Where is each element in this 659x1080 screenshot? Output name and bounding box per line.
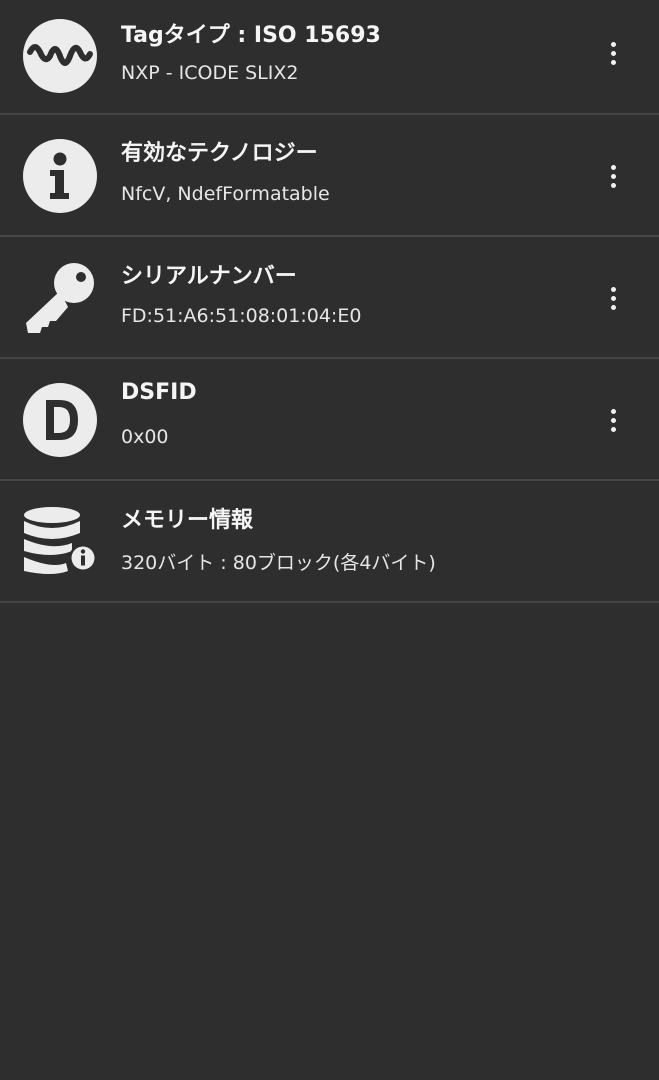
key-icon	[22, 261, 98, 337]
list-item-tag-type[interactable]: Tagタイプ : ISO 15693 NXP - ICODE SLIX2	[0, 0, 659, 115]
more-options-icon[interactable]	[599, 278, 627, 318]
item-subtitle: FD:51:A6:51:08:01:04:E0	[121, 305, 362, 327]
list-item-serial-number[interactable]: シリアルナンバー FD:51:A6:51:08:01:04:E0	[0, 237, 659, 359]
item-subtitle: NfcV, NdefFormatable	[121, 183, 330, 205]
tag-info-list: Tagタイプ : ISO 15693 NXP - ICODE SLIX2 有効な…	[0, 0, 659, 603]
item-title: メモリー情報	[121, 508, 254, 533]
list-item-dsfid[interactable]: DSFID 0x00	[0, 359, 659, 481]
item-title: DSFID	[121, 380, 197, 405]
item-title: シリアルナンバー	[121, 264, 297, 289]
list-item-technologies[interactable]: 有効なテクノロジー NfcV, NdefFormatable	[0, 115, 659, 237]
item-subtitle: 320バイト : 80ブロック(各4バイト)	[121, 552, 436, 574]
item-subtitle: 0x00	[121, 426, 169, 448]
info-icon	[22, 138, 98, 214]
more-options-icon[interactable]	[599, 400, 627, 440]
item-title: Tagタイプ : ISO 15693	[121, 23, 381, 48]
database-info-icon	[22, 505, 98, 581]
letter-d-icon	[22, 382, 98, 458]
item-title: 有効なテクノロジー	[121, 141, 318, 166]
item-subtitle: NXP - ICODE SLIX2	[121, 62, 299, 84]
more-options-icon[interactable]	[599, 33, 627, 73]
more-options-icon[interactable]	[599, 156, 627, 196]
list-item-memory-info[interactable]: メモリー情報 320バイト : 80ブロック(各4バイト)	[0, 481, 659, 603]
tag-wave-icon	[22, 18, 98, 94]
